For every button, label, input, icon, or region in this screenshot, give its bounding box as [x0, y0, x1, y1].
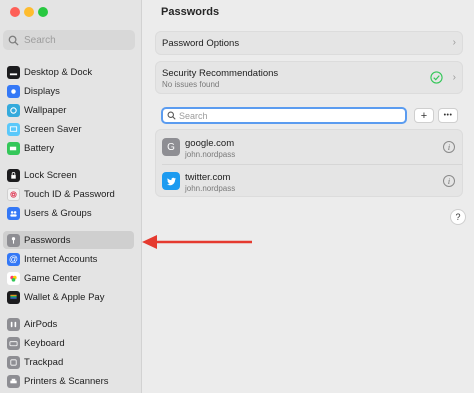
add-password-button[interactable]: + — [414, 108, 434, 123]
site-username: john.nordpass — [185, 150, 236, 159]
sidebar-item-wallpaper[interactable]: Wallpaper — [3, 101, 134, 119]
screen-saver-icon — [7, 122, 20, 136]
sidebar-item-wallet[interactable]: Wallet & Apple Pay — [3, 288, 134, 306]
password-list: G google.com john.nordpass i twitter.com… — [155, 129, 463, 197]
fingerprint-icon — [7, 187, 20, 201]
sidebar-item-label: Displays — [24, 85, 60, 97]
sidebar-item-label: Trackpad — [24, 356, 64, 368]
sidebar-item-airpods[interactable]: AirPods — [3, 315, 134, 333]
sidebar-item-users-groups[interactable]: Users & Groups — [3, 204, 134, 222]
sidebar-item-label: Battery — [24, 142, 55, 154]
list-item-google[interactable]: G google.com john.nordpass i — [156, 130, 462, 164]
trackpad-icon — [7, 355, 20, 369]
wallet-icon — [7, 290, 20, 304]
close-window-button[interactable] — [10, 7, 20, 17]
security-recommendations-label: Security Recommendations — [162, 68, 279, 79]
sidebar-item-label: Passwords — [24, 234, 71, 246]
lock-icon — [7, 168, 20, 182]
sidebar-item-touch-id[interactable]: Touch ID & Password — [3, 185, 134, 203]
site-name: google.com — [185, 138, 235, 149]
users-icon — [7, 206, 20, 220]
sidebar-item-passwords[interactable]: Passwords — [3, 231, 134, 249]
minimize-window-button[interactable] — [24, 7, 34, 17]
security-recommendations-row[interactable]: Security Recommendations No issues found… — [155, 61, 463, 94]
display-icon — [7, 84, 20, 98]
sidebar-item-desktop-dock[interactable]: Desktop & Dock — [3, 63, 134, 81]
password-options-label: Password Options — [162, 38, 240, 49]
password-options-row[interactable]: Password Options › — [155, 31, 463, 55]
password-search-input[interactable] — [179, 110, 399, 121]
wallpaper-icon — [7, 103, 20, 117]
list-item-twitter[interactable]: twitter.com john.nordpass i — [156, 164, 462, 198]
site-username: john.nordpass — [185, 184, 236, 193]
chevron-right-icon: › — [452, 72, 456, 83]
sidebar-item-printers[interactable]: Printers & Scanners — [3, 372, 134, 390]
sidebar-item-battery[interactable]: Battery — [3, 139, 134, 157]
at-icon: @ — [7, 252, 20, 266]
sidebar-item-label: Internet Accounts — [24, 253, 98, 265]
main-pane: Passwords Password Options › Security Re… — [143, 0, 474, 393]
sidebar-item-label: Desktop & Dock — [24, 66, 93, 78]
info-icon[interactable]: i — [443, 141, 455, 153]
password-search-field[interactable] — [161, 107, 407, 124]
game-center-icon — [7, 271, 20, 285]
search-icon — [8, 35, 19, 46]
key-icon — [7, 233, 20, 247]
more-options-button[interactable]: ••• — [438, 108, 458, 123]
sidebar-item-label: Keyboard — [24, 337, 65, 349]
sidebar-item-label: Game Center — [24, 272, 82, 284]
info-icon[interactable]: i — [443, 175, 455, 187]
zoom-window-button[interactable] — [38, 7, 48, 17]
sidebar: Search Desktop & Dock Displays Wallpaper… — [0, 0, 142, 393]
sidebar-item-internet-accounts[interactable]: @ Internet Accounts — [3, 250, 134, 268]
sidebar-search-input[interactable]: Search — [3, 30, 135, 50]
sidebar-item-label: Wallet & Apple Pay — [24, 291, 105, 303]
twitter-bird-icon — [162, 172, 180, 190]
printer-icon — [7, 374, 20, 388]
sidebar-item-label: Printers & Scanners — [24, 375, 109, 387]
sidebar-item-label: Touch ID & Password — [24, 188, 115, 200]
annotation-arrow-icon — [142, 235, 252, 249]
help-button[interactable]: ? — [450, 209, 466, 225]
security-status-text: No issues found — [162, 80, 220, 89]
system-settings-window: Search Desktop & Dock Displays Wallpaper… — [0, 0, 474, 393]
chevron-right-icon: › — [452, 37, 456, 48]
sidebar-item-displays[interactable]: Displays — [3, 82, 134, 100]
airpods-icon — [7, 317, 20, 331]
sidebar-item-label: Screen Saver — [24, 123, 82, 135]
battery-icon — [7, 141, 20, 155]
sidebar-search-placeholder: Search — [24, 34, 56, 46]
google-site-icon: G — [162, 138, 180, 156]
sidebar-item-lock-screen[interactable]: Lock Screen — [3, 166, 134, 184]
site-name: twitter.com — [185, 172, 231, 183]
keyboard-icon — [7, 336, 20, 350]
sidebar-item-label: Wallpaper — [24, 104, 67, 116]
search-icon — [167, 111, 176, 120]
sidebar-item-label: Lock Screen — [24, 169, 77, 181]
sidebar-item-label: AirPods — [24, 318, 58, 330]
page-title: Passwords — [161, 6, 220, 18]
sidebar-item-label: Users & Groups — [24, 207, 92, 219]
sidebar-item-game-center[interactable]: Game Center — [3, 269, 134, 287]
sidebar-item-trackpad[interactable]: Trackpad — [3, 353, 134, 371]
checkmark-circle-icon — [430, 71, 443, 84]
sidebar-item-screen-saver[interactable]: Screen Saver — [3, 120, 134, 138]
dock-icon — [7, 65, 20, 79]
sidebar-item-keyboard[interactable]: Keyboard — [3, 334, 134, 352]
